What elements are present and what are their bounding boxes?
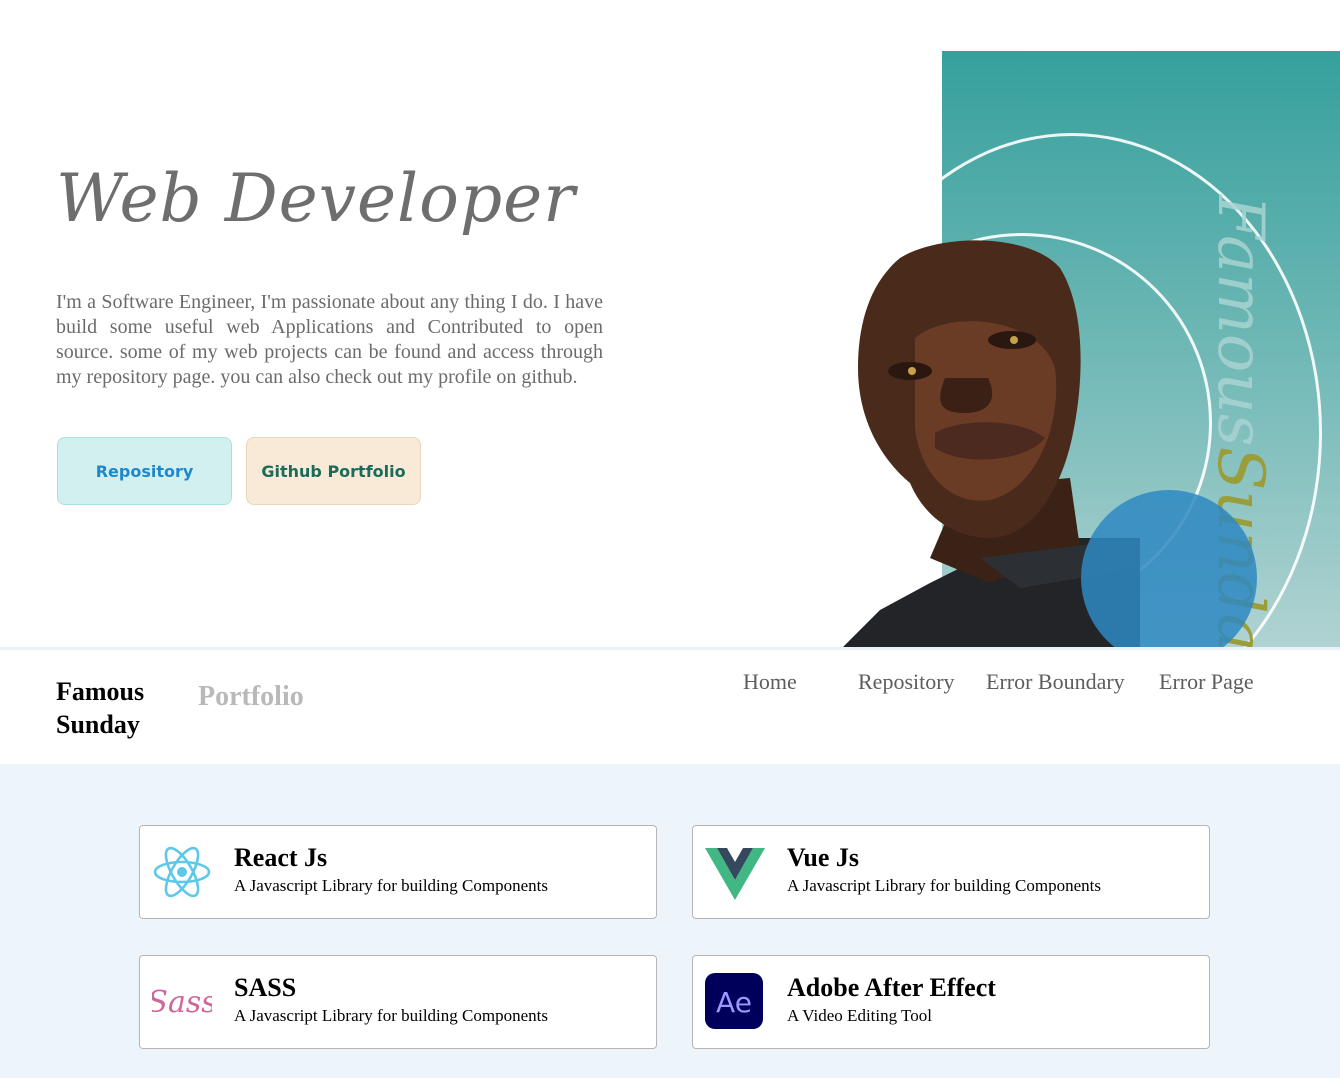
skills-section: React Js A Javascript Library for buildi… xyxy=(0,764,1340,1078)
skill-description: A Javascript Library for building Compon… xyxy=(234,876,548,895)
vue-icon xyxy=(705,848,765,900)
svg-text:Sass: Sass xyxy=(152,985,212,1020)
sass-icon: Sass xyxy=(152,985,212,1020)
skill-title: React Js xyxy=(234,843,328,872)
nav-link-repository[interactable]: Repository xyxy=(858,669,955,695)
nav-link-error-boundary[interactable]: Error Boundary xyxy=(986,669,1125,695)
skill-card-after-effects[interactable]: Ae Adobe After Effect A Video Editing To… xyxy=(692,955,1210,1049)
skill-description: A Javascript Library for building Compon… xyxy=(787,876,1101,895)
skill-title: SASS xyxy=(234,973,297,1002)
nav-link-home[interactable]: Home xyxy=(743,669,797,695)
brand-name[interactable]: Famous Sunday xyxy=(56,675,166,741)
github-portfolio-button[interactable]: Github Portfolio xyxy=(246,437,421,505)
skill-description: A Javascript Library for building Compon… xyxy=(234,1006,548,1025)
hero-section: Web Developer I'm a Software Engineer, I… xyxy=(0,0,1340,650)
hero-title: Web Developer xyxy=(56,160,576,237)
hero-divider xyxy=(0,647,1340,650)
skill-card-vue[interactable]: Vue Js A Javascript Library for building… xyxy=(692,825,1210,919)
skill-card-sass[interactable]: Sass SASS A Javascript Library for build… xyxy=(139,955,657,1049)
after-effects-icon: Ae xyxy=(705,973,763,1029)
main-navbar: Famous Sunday Portfolio Home Repository … xyxy=(0,651,1340,764)
svg-text:Ae: Ae xyxy=(716,986,752,1019)
skill-title: Adobe After Effect xyxy=(787,973,996,1002)
vertical-name-first: Famous xyxy=(1203,195,1277,447)
repository-button[interactable]: Repository xyxy=(57,437,232,505)
react-icon xyxy=(153,846,211,898)
brand-subtitle: Portfolio xyxy=(198,681,304,712)
hero-description: I'm a Software Engineer, I'm passionate … xyxy=(56,291,603,388)
skill-card-react[interactable]: React Js A Javascript Library for buildi… xyxy=(139,825,657,919)
skill-title: Vue Js xyxy=(787,843,860,872)
skill-description: A Video Editing Tool xyxy=(787,1006,932,1025)
nav-link-error-page[interactable]: Error Page xyxy=(1159,669,1254,695)
